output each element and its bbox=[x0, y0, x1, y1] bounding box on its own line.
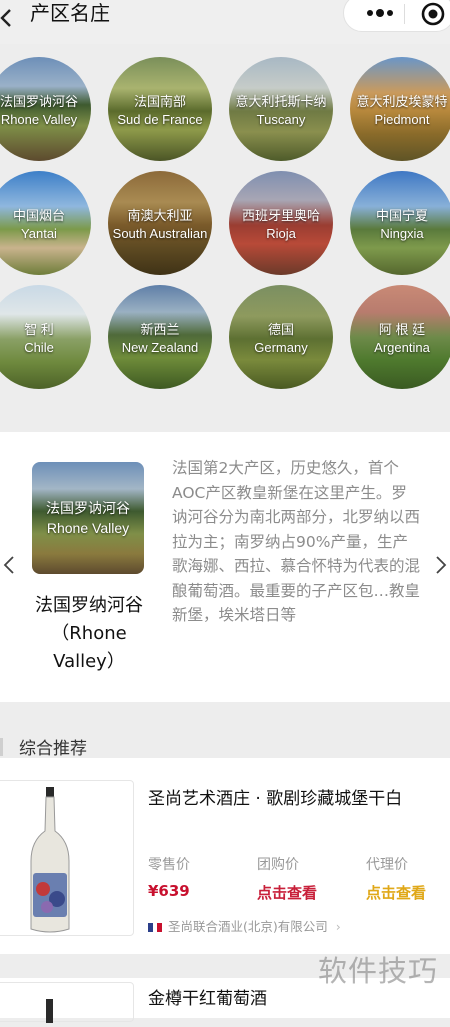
header-bar: 产区名庄 bbox=[0, 0, 450, 44]
region-rioja[interactable]: 西班牙里奥哈 Rioja bbox=[229, 171, 333, 275]
agent-price-label: 代理价 bbox=[366, 857, 408, 873]
group-price-block: 团购价 点击查看 bbox=[257, 854, 317, 903]
region-chile[interactable]: 智 利 Chile bbox=[0, 285, 91, 389]
close-target-icon[interactable] bbox=[420, 1, 446, 27]
region-germany[interactable]: 德国 Germany bbox=[229, 285, 333, 389]
wine-bottle-icon bbox=[30, 787, 70, 933]
region-new-zealand[interactable]: 新西兰 New Zealand bbox=[108, 285, 212, 389]
region-label: 中国烟台 Yantai bbox=[12, 208, 65, 241]
recommend-section-header: 综合推荐 bbox=[0, 702, 450, 759]
agent-price-block: 代理价 点击查看 bbox=[366, 854, 426, 903]
region-sud-de-france[interactable]: 法国南部 Sud de France bbox=[108, 57, 212, 161]
product-name[interactable]: 金樽干红葡萄酒 bbox=[148, 984, 267, 1009]
mini-program-capsule bbox=[343, 0, 450, 32]
france-flag-icon bbox=[148, 923, 162, 932]
agent-price-link[interactable]: 点击查看 bbox=[366, 882, 426, 903]
back-arrow-icon[interactable] bbox=[0, 6, 22, 34]
retail-price: ¥639 bbox=[148, 882, 190, 900]
seller-row[interactable]: 圣尚联合酒业(北京)有限公司 › bbox=[148, 916, 341, 935]
region-label: 德国 Germany bbox=[254, 322, 308, 355]
recommend-title: 综合推荐 bbox=[19, 739, 87, 759]
featured-region-card: 法国罗讷河谷 Rhone Valley 法国罗纳河谷（Rhone Valley） … bbox=[0, 432, 450, 702]
region-label: 阿 根 廷 Argentina bbox=[374, 322, 430, 355]
region-tuscany[interactable]: 意大利托斯卡纳 Tuscany bbox=[229, 57, 333, 161]
region-piedmont[interactable]: 意大利皮埃蒙特 Piedmont bbox=[350, 57, 450, 161]
next-arrow-icon[interactable] bbox=[432, 554, 448, 576]
capsule-divider bbox=[404, 4, 405, 24]
featured-region-image[interactable]: 法国罗讷河谷 Rhone Valley bbox=[32, 462, 144, 574]
region-label: 中国宁夏 Ningxia bbox=[375, 208, 428, 241]
page-title: 产区名庄 bbox=[30, 1, 110, 25]
wine-bottle-icon bbox=[46, 999, 53, 1023]
region-ningxia[interactable]: 中国宁夏 Ningxia bbox=[350, 171, 450, 275]
region-label: 法国罗讷河谷 Rhone Valley bbox=[0, 94, 78, 127]
product-image[interactable] bbox=[0, 780, 134, 936]
group-price-link[interactable]: 点击查看 bbox=[257, 882, 317, 903]
region-yantai[interactable]: 中国烟台 Yantai bbox=[0, 171, 91, 275]
region-label: 意大利皮埃蒙特 Piedmont bbox=[356, 94, 448, 127]
more-dots-icon[interactable] bbox=[362, 3, 398, 23]
product-card[interactable]: 圣尚艺术酒庄 · 歌剧珍藏城堡干白 零售价 ¥639 团购价 点击查看 代理价 … bbox=[0, 758, 450, 954]
region-label: 南澳大利亚 South Australian bbox=[112, 208, 208, 241]
group-price-label: 团购价 bbox=[257, 857, 299, 873]
product-image[interactable] bbox=[0, 982, 134, 1023]
prev-arrow-icon[interactable] bbox=[2, 554, 18, 576]
watermark-text: 软件技巧 bbox=[318, 954, 439, 988]
region-south-australian[interactable]: 南澳大利亚 South Australian bbox=[108, 171, 212, 275]
product-name[interactable]: 圣尚艺术酒庄 · 歌剧珍藏城堡干白 bbox=[148, 784, 402, 809]
seller-name: 圣尚联合酒业(北京)有限公司 bbox=[168, 919, 328, 934]
region-label: 西班牙里奥哈 Rioja bbox=[241, 208, 320, 241]
featured-image-label: 法国罗讷河谷 Rhone Valley bbox=[46, 500, 130, 536]
region-label: 新西兰 New Zealand bbox=[121, 322, 199, 355]
retail-price-label: 零售价 bbox=[148, 857, 190, 873]
featured-region-description: 法国第2大产区，历史悠久，首个AOC产区教皇新堡在这里产生。罗讷河谷分为南北两部… bbox=[172, 459, 421, 624]
region-grid: 法国罗讷河谷 Rhone Valley 法国南部 Sud de France 意大利… bbox=[0, 44, 450, 404]
region-rhone-valley[interactable]: 法国罗讷河谷 Rhone Valley bbox=[0, 57, 91, 161]
region-argentina[interactable]: 阿 根 廷 Argentina bbox=[350, 285, 450, 389]
chevron-right-icon: › bbox=[335, 919, 341, 934]
section-marker bbox=[0, 738, 3, 756]
region-label: 意大利托斯卡纳 Tuscany bbox=[235, 94, 327, 127]
region-label: 法国南部 Sud de France bbox=[117, 94, 203, 127]
featured-region-name[interactable]: 法国罗纳河谷（Rhone Valley） bbox=[28, 592, 150, 676]
retail-price-block: 零售价 ¥639 bbox=[148, 854, 190, 900]
region-label: 智 利 Chile bbox=[24, 322, 54, 355]
